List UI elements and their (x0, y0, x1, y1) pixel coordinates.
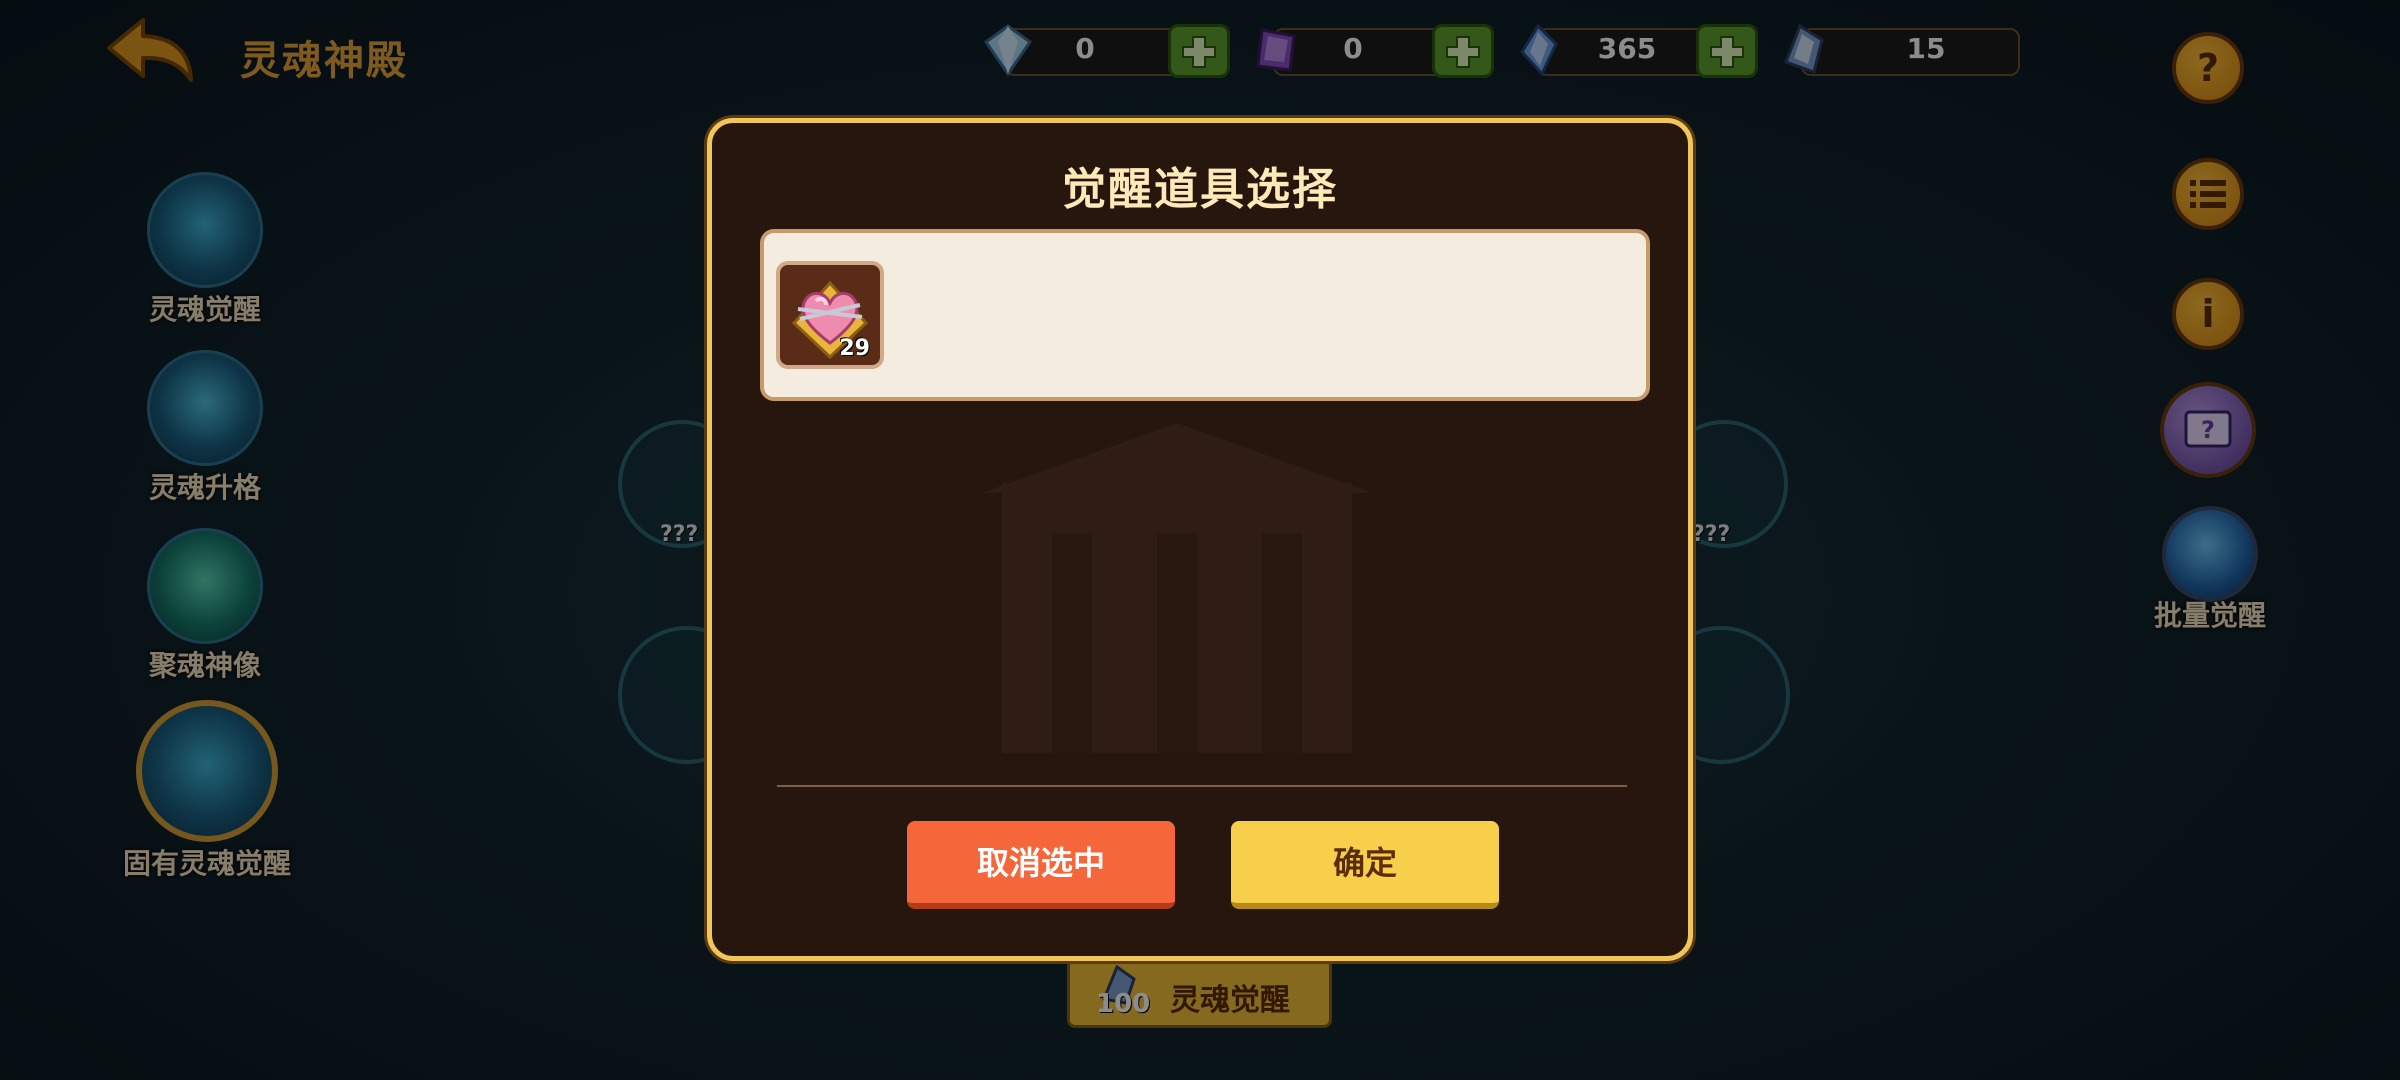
confirm-button[interactable]: 确定 (1231, 821, 1499, 909)
item-list-panel: 29 (760, 229, 1650, 401)
cancel-selection-button[interactable]: 取消选中 (907, 821, 1175, 909)
item-count: 29 (839, 336, 870, 361)
item-slot[interactable]: 29 (776, 261, 884, 369)
temple-watermark (982, 423, 1372, 753)
dialog-divider (777, 785, 1627, 787)
dialog-title: 觉醒道具选择 (1062, 164, 1338, 215)
awaken-item-select-dialog: 觉醒道具选择 29 取消选中 确定 (707, 118, 1693, 961)
